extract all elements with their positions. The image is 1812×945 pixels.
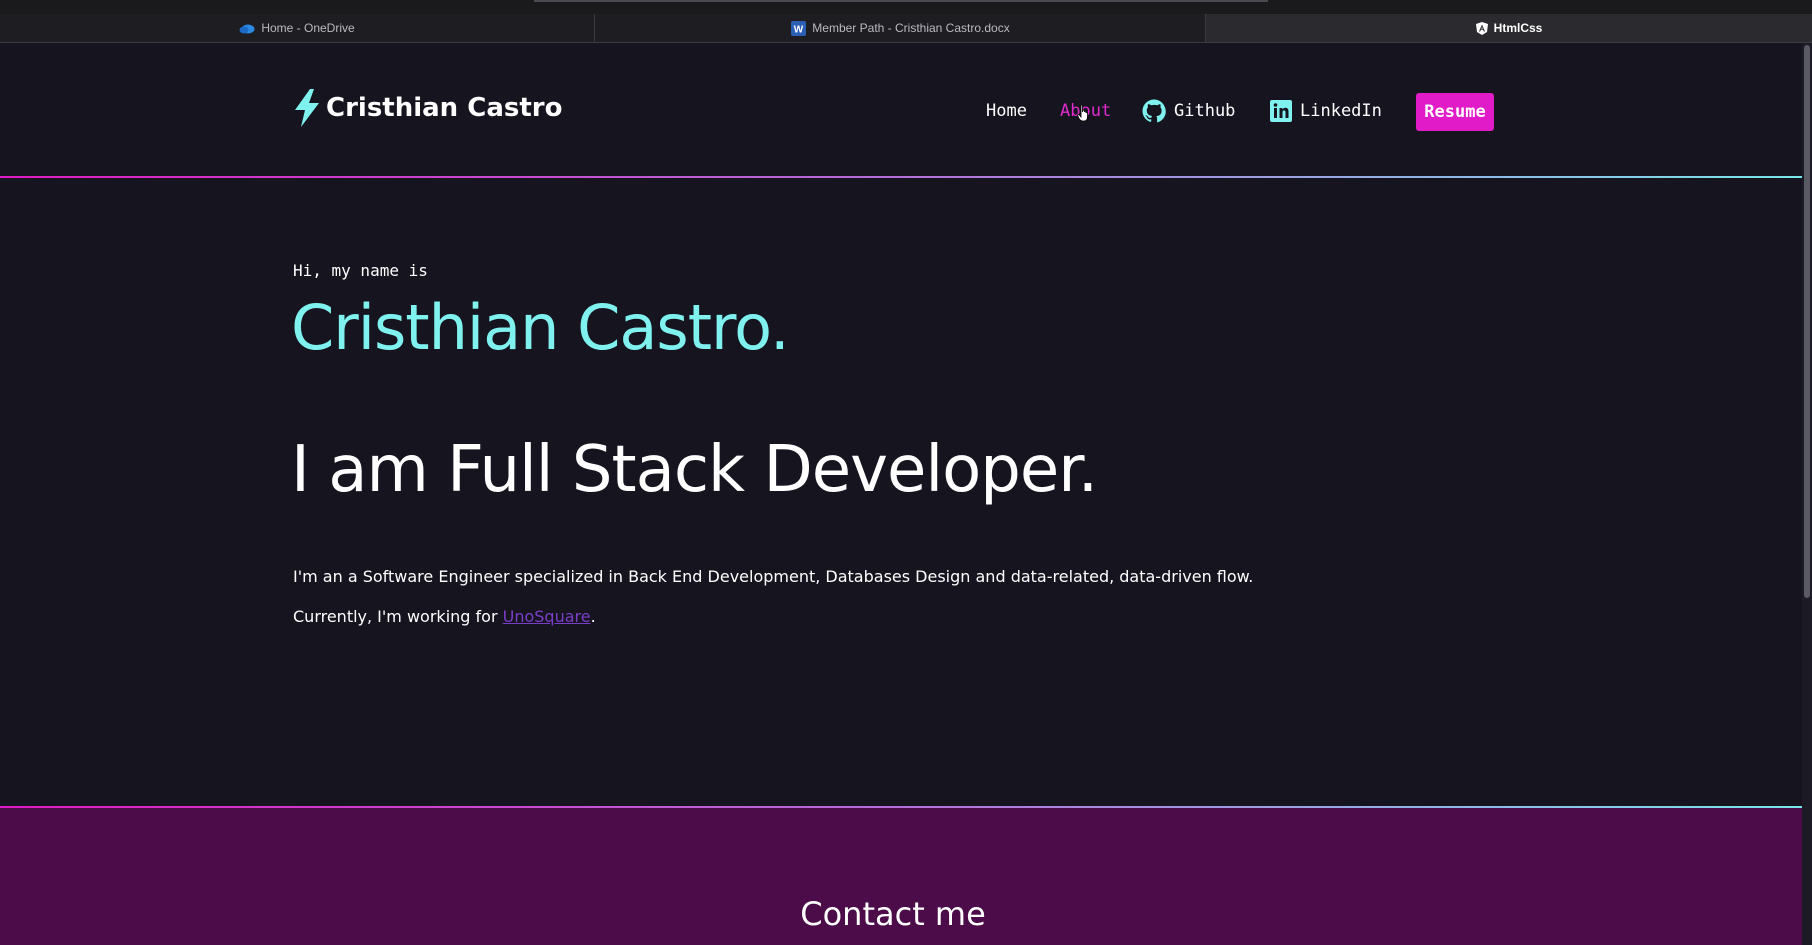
header-divider [0, 176, 1802, 178]
github-label: Github [1174, 101, 1236, 121]
svg-text:W: W [794, 24, 804, 35]
hand-pointer-cursor-icon [1077, 104, 1091, 126]
window-drag-handle[interactable] [534, 0, 1268, 2]
portfolio-page: Cristhian Castro Home About Github Linke… [0, 43, 1802, 945]
linkedin-icon [1270, 100, 1292, 122]
nav-github-link[interactable]: Github [1142, 99, 1235, 123]
tab-label: HtmlCss [1493, 21, 1543, 35]
tab-htmlcss[interactable]: HtmlCss [1206, 14, 1812, 42]
company-link[interactable]: UnoSquare [503, 607, 591, 626]
github-icon [1142, 99, 1166, 123]
resume-button[interactable]: Resume [1416, 93, 1494, 131]
onedrive-icon [239, 23, 255, 34]
nav-home-link[interactable]: Home [986, 101, 1027, 121]
hero-bio: I'm an a Software Engineer specialized i… [293, 567, 1254, 586]
linkedin-label: LinkedIn [1300, 101, 1382, 121]
scrollbar-thumb[interactable] [1804, 45, 1810, 598]
tab-label: Member Path - Cristhian Castro.docx [812, 21, 1010, 35]
nav-linkedin-link[interactable]: LinkedIn [1270, 100, 1382, 122]
hero-name: Cristhian Castro. [291, 291, 790, 364]
hero-greeting: Hi, my name is [293, 261, 428, 280]
tab-label: Home - OneDrive [261, 21, 355, 35]
page-scrollbar[interactable] [1802, 43, 1812, 945]
tab-onedrive[interactable]: Home - OneDrive [0, 14, 595, 42]
angular-icon [1475, 21, 1488, 35]
hero-role: I am Full Stack Developer. [291, 433, 1098, 507]
tab-bar-top [0, 0, 1812, 14]
browser-tab-bar: Home - OneDrive W Member Path - Cristhia… [0, 0, 1812, 43]
hero-current-work: Currently, I'm working for UnoSquare. [293, 607, 596, 626]
work-prefix: Currently, I'm working for [293, 607, 503, 626]
main-nav: Home About Github LinkedIn Resume [0, 91, 1802, 131]
work-suffix: . [590, 607, 596, 626]
word-icon: W [791, 20, 807, 36]
tab-word-doc[interactable]: W Member Path - Cristhian Castro.docx [596, 14, 1206, 42]
contact-title: Contact me [800, 895, 986, 933]
